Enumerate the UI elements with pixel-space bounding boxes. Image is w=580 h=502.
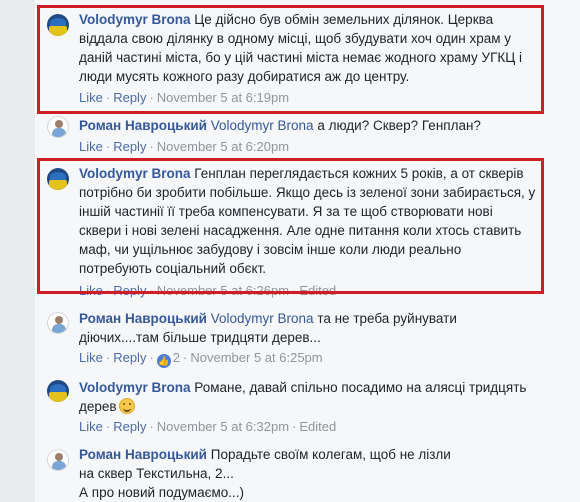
comment-timestamp[interactable]: November 5 at 6:19pm [157, 90, 289, 105]
comment-text: Volodymyr Brona Це дійсно був обмін земе… [79, 10, 537, 86]
avatar[interactable] [47, 14, 69, 36]
comments-panel: Volodymyr Brona Це дійсно був обмін земе… [35, 0, 580, 502]
comment-text: Volodymyr Brona Генплан переглядається к… [79, 164, 537, 278]
comment-timestamp[interactable]: November 5 at 6:25pm [190, 350, 322, 365]
comment-mention[interactable]: Volodymyr Brona [211, 311, 314, 326]
reply-link[interactable]: Reply [113, 350, 146, 365]
comment-author[interactable]: Volodymyr Brona [79, 166, 191, 181]
comment-author[interactable]: Роман Навроцький [79, 447, 207, 462]
reply-link[interactable]: Reply [113, 283, 146, 298]
comment-author[interactable]: Роман Навроцький [79, 118, 207, 133]
avatar[interactable] [47, 116, 69, 138]
edited-label[interactable]: Edited [299, 419, 336, 434]
comment-author[interactable]: Volodymyr Brona [79, 12, 191, 27]
comment-actions: Like · Reply · November 5 at 6:20pm [79, 139, 290, 154]
comment-body: Генплан переглядається кожних 5 років, а… [79, 166, 536, 276]
smiley-emoji-icon [118, 398, 135, 414]
comment-text: Роман Навроцький Порадьте своїм колегам,… [79, 445, 459, 502]
like-link[interactable]: Like [79, 283, 103, 298]
comment-mention[interactable]: Volodymyr Brona [211, 118, 314, 133]
like-link[interactable]: Like [79, 350, 103, 365]
comment-actions: Like · Reply · 👍 2 · November 5 at 6:25pm [79, 350, 323, 368]
avatar[interactable] [47, 449, 69, 471]
reply-link[interactable]: Reply [113, 419, 146, 434]
comment-body: а люди? Сквер? Генплан? [317, 118, 481, 133]
avatar[interactable] [47, 312, 69, 334]
reply-link[interactable]: Reply [113, 90, 146, 105]
avatar[interactable] [47, 168, 69, 190]
like-reaction-icon[interactable]: 👍 [156, 354, 171, 368]
comment-text: Роман Навроцький Volodymyr Brona та не т… [79, 309, 537, 347]
comment-body-line-2: А про новий подумаємо...) [79, 485, 245, 500]
comment-timestamp[interactable]: November 5 at 6:32pm [157, 419, 289, 434]
comment-text: Роман Навроцький Volodymyr Brona а люди?… [79, 116, 537, 135]
comment-timestamp[interactable]: November 5 at 6:20pm [157, 139, 289, 154]
reply-link[interactable]: Reply [113, 139, 146, 154]
comment-author[interactable]: Роман Навроцький [79, 311, 207, 326]
avatar[interactable] [47, 380, 69, 402]
comment-text: Volodymyr Brona Романе, давай спільно по… [79, 378, 537, 416]
like-link[interactable]: Like [79, 419, 103, 434]
comment-actions: Like · Reply · November 5 at 6:19pm [79, 90, 290, 105]
edited-label[interactable]: Edited [299, 283, 336, 298]
like-link[interactable]: Like [79, 139, 103, 154]
comment-author[interactable]: Volodymyr Brona [79, 380, 191, 395]
comment-timestamp[interactable]: November 5 at 6:26pm [157, 283, 289, 298]
comment-actions: Like · Reply · November 5 at 6:26pm · Edited [79, 283, 337, 298]
reaction-count[interactable]: 2 [173, 350, 180, 365]
comment-actions: Like · Reply · November 5 at 6:32pm · Edited [79, 419, 337, 434]
like-link[interactable]: Like [79, 90, 103, 105]
